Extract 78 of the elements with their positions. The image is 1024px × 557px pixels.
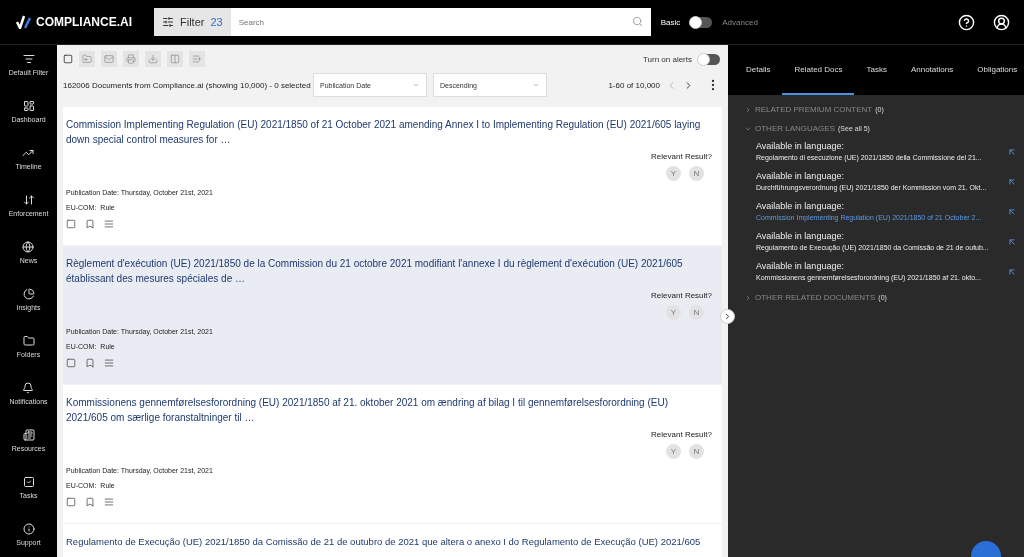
document-title[interactable]: Kommissionens gennemførelsesforordning (EU) 2021/1850 af 21. oktober 2021 om ændring af bilag I til gennemførelsesforordning (EU) 2021/605 om særlige foranstaltninger til … bbox=[66, 395, 712, 425]
columns-button[interactable] bbox=[167, 51, 183, 67]
mode-label: Advanced bbox=[722, 17, 758, 27]
pie-chart-icon bbox=[22, 288, 35, 300]
mode-toggle[interactable] bbox=[690, 16, 713, 28]
open-icon[interactable] bbox=[1007, 177, 1018, 187]
list-plus-icon bbox=[192, 54, 202, 64]
columns-icon bbox=[170, 54, 180, 64]
search-icon bbox=[631, 16, 643, 27]
chevron-right-icon bbox=[744, 105, 752, 114]
open-icon[interactable] bbox=[1007, 237, 1018, 247]
bookmark-icon[interactable] bbox=[85, 219, 95, 229]
select-checkbox[interactable] bbox=[66, 219, 76, 229]
print-button[interactable] bbox=[123, 51, 139, 67]
document-title[interactable]: Règlement d'exécution (UE) 2021/1850 de la Commission du 21 octobre 2021 modifiant l'annexe I du règlement d'exécution (UE) 2021/605 établissant des mesures spéciales de … bbox=[66, 256, 712, 286]
panel-tab[interactable]: Details bbox=[734, 45, 783, 95]
alerts-label: Turn on alerts bbox=[642, 54, 692, 64]
language-label: Available in language: bbox=[756, 201, 845, 211]
caret-icon bbox=[412, 81, 420, 89]
arrows-icon bbox=[22, 194, 35, 206]
language-label: Available in language: bbox=[756, 171, 845, 181]
logo-text: COMPLIANCE.AI bbox=[36, 15, 132, 29]
bell-icon bbox=[22, 382, 35, 394]
info-icon bbox=[22, 523, 35, 535]
no-button[interactable]: N bbox=[689, 444, 704, 459]
help-icon[interactable] bbox=[958, 13, 975, 31]
relevant-label: Relevant Result? bbox=[651, 152, 712, 161]
sliders-icon bbox=[162, 16, 174, 28]
panel-tab[interactable]: Obligations bbox=[965, 45, 1024, 95]
panel-tab[interactable]: Tasks bbox=[854, 45, 899, 95]
chevron-right-icon bbox=[723, 312, 732, 321]
bookmark-icon[interactable] bbox=[85, 358, 95, 368]
globe-icon bbox=[22, 241, 35, 253]
open-icon[interactable] bbox=[1007, 147, 1018, 157]
open-icon[interactable] bbox=[1007, 207, 1018, 217]
trend-line-icon bbox=[22, 147, 35, 159]
language-label: Available in language: bbox=[756, 231, 845, 241]
dashboard-icon bbox=[22, 100, 35, 112]
select-checkbox[interactable] bbox=[66, 358, 76, 368]
yes-button[interactable]: Y bbox=[666, 305, 681, 320]
panel-tab[interactable]: Annotations bbox=[898, 45, 966, 95]
folder-icon bbox=[22, 335, 35, 347]
select-all-checkbox[interactable] bbox=[63, 54, 73, 64]
open-icon[interactable] bbox=[1007, 267, 1018, 277]
language-label: Available in language: bbox=[756, 141, 845, 151]
caret-icon bbox=[532, 81, 540, 89]
download-icon bbox=[148, 54, 158, 64]
mail-button[interactable] bbox=[101, 51, 117, 67]
language-label: Available in language: bbox=[756, 261, 845, 271]
mail-icon bbox=[104, 54, 114, 64]
select-checkbox[interactable] bbox=[66, 497, 76, 507]
no-button[interactable]: N bbox=[689, 166, 704, 181]
printer-icon bbox=[126, 54, 136, 64]
details-icon[interactable] bbox=[104, 219, 114, 229]
relevant-label: Relevant Result? bbox=[651, 291, 712, 300]
folder-icon bbox=[82, 54, 92, 64]
relevant-label: Relevant Result? bbox=[651, 430, 712, 439]
alerts-toggle[interactable] bbox=[698, 53, 720, 65]
details-icon[interactable] bbox=[104, 358, 114, 368]
document-title[interactable]: Regulamento de Execução (UE) 2021/1850 da Comissão de 21 de outubro de 2021 que altera o anexo I do Regulamento de Execução (UE) 2021/605 bbox=[66, 534, 712, 549]
folder-button[interactable] bbox=[79, 51, 95, 67]
filter-icon bbox=[22, 53, 35, 65]
no-button[interactable]: N bbox=[689, 305, 704, 320]
newspaper-icon bbox=[22, 429, 35, 441]
mode-label: Basic bbox=[660, 17, 681, 27]
document-title[interactable]: Commission Implementing Regulation (EU) 2021/1850 of 21 October 2021 amending Annex I to Implementing Regulation (EU) 2021/605 laying down special control measures for … bbox=[66, 117, 712, 147]
checkbox-icon bbox=[22, 476, 35, 488]
logo-icon bbox=[16, 15, 32, 29]
panel-tab[interactable]: Related Docs bbox=[782, 45, 855, 95]
user-icon[interactable] bbox=[993, 13, 1010, 31]
bookmark-icon[interactable] bbox=[85, 497, 95, 507]
yes-button[interactable]: Y bbox=[666, 166, 681, 181]
details-icon[interactable] bbox=[104, 497, 114, 507]
pagination-text: 1-60 of 10,000 bbox=[608, 80, 660, 90]
yes-button[interactable]: Y bbox=[666, 444, 681, 459]
chevron-right-icon bbox=[744, 293, 752, 302]
search-field[interactable]: Search bbox=[230, 8, 651, 36]
filter-button[interactable]: Filter 23 bbox=[154, 8, 231, 36]
